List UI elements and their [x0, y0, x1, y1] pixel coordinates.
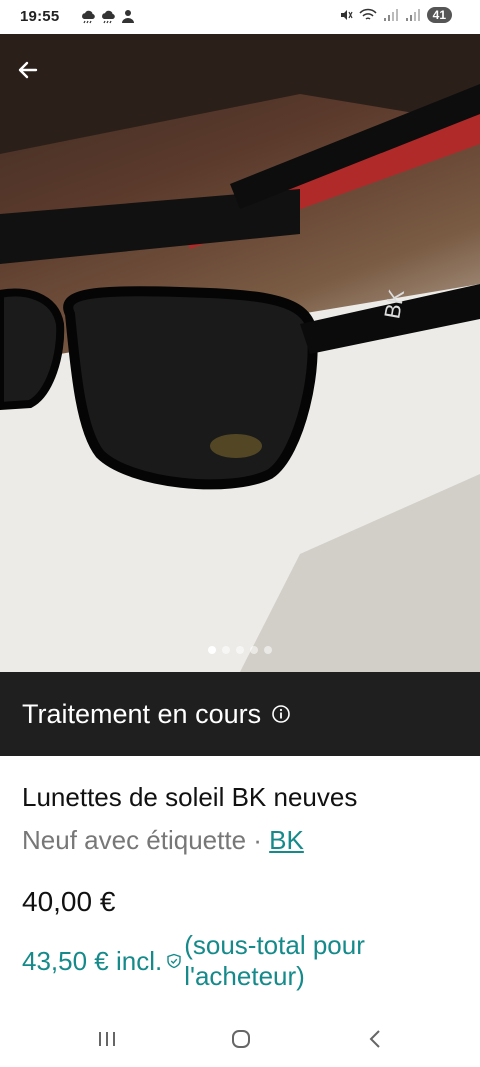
buyer-price-row[interactable]: 43,50 € incl. (sous-total pour l'acheteu… — [22, 930, 414, 992]
item-price: 40,00 € — [22, 886, 116, 917]
info-icon[interactable] — [271, 704, 291, 724]
weather-icon — [102, 10, 115, 24]
recents-icon — [99, 1032, 115, 1046]
carousel-dot[interactable] — [250, 646, 258, 654]
recents-button[interactable] — [92, 1026, 122, 1052]
status-bar: 19:55 41 — [0, 0, 480, 34]
sunglasses-illustration: BK — [0, 34, 480, 672]
processing-status-text: Traitement en cours — [22, 698, 262, 729]
buyer-price[interactable]: 43,50 € incl. — [22, 946, 162, 977]
status-time: 19:55 — [20, 8, 60, 25]
signal-icon — [383, 9, 398, 21]
notification-icons — [80, 8, 136, 24]
chevron-left-icon — [369, 1030, 380, 1048]
item-subtitle: Neuf avec étiquette · BK — [22, 825, 304, 856]
person-icon — [122, 10, 134, 23]
item-title: Lunettes de soleil BK neuves — [22, 782, 358, 812]
brand-link[interactable]: BK — [269, 825, 304, 855]
buyer-price-note: (sous-total pour l'acheteur) — [184, 930, 414, 992]
buyer-price-note-text: (sous-total pour l'acheteur) — [184, 930, 365, 992]
carousel-dots[interactable] — [0, 646, 480, 654]
item-condition: Neuf avec étiquette — [22, 825, 247, 855]
mute-icon — [340, 10, 353, 20]
svg-text:BK: BK — [379, 287, 409, 321]
home-icon — [232, 1030, 250, 1048]
weather-icon — [82, 10, 95, 24]
carousel-dot[interactable] — [208, 646, 216, 654]
battery-indicator: 41 — [426, 7, 452, 23]
signal-icon — [405, 9, 420, 21]
back-nav-button[interactable] — [360, 1026, 390, 1052]
home-button[interactable] — [226, 1026, 256, 1052]
carousel-dot[interactable] — [236, 646, 244, 654]
carousel-dot[interactable] — [222, 646, 230, 654]
shield-check-icon — [167, 953, 181, 969]
wifi-icon — [359, 8, 377, 20]
processing-banner: Traitement en cours — [0, 672, 480, 756]
carousel-dot[interactable] — [264, 646, 272, 654]
separator: · — [246, 825, 270, 855]
system-nav-bar — [0, 1010, 480, 1067]
back-arrow-icon[interactable] — [14, 56, 42, 84]
product-photo[interactable]: BK — [0, 34, 480, 672]
status-right: 41 — [339, 7, 452, 23]
